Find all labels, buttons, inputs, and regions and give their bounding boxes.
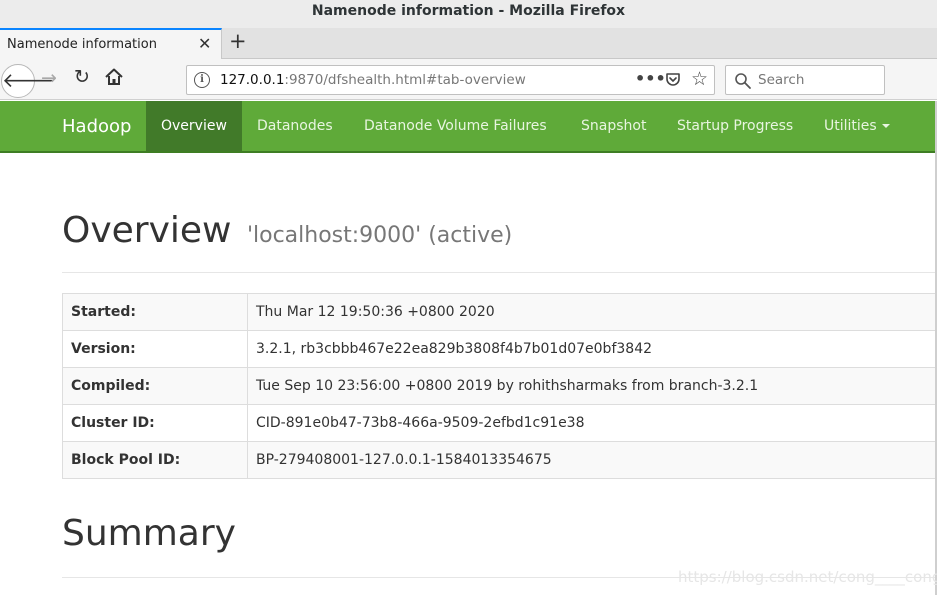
- table-row: Cluster ID: CID-891e0b47-73b8-466a-9509-…: [62, 404, 937, 442]
- window-titlebar: Namenode information - Mozilla Firefox: [0, 0, 937, 28]
- page-actions-icon[interactable]: •••: [635, 69, 666, 88]
- forward-arrow-icon[interactable]: →: [41, 67, 57, 89]
- row-key: Version:: [62, 330, 248, 368]
- nav-item-utilities[interactable]: Utilities: [809, 101, 905, 151]
- window-title: Namenode information - Mozilla Firefox: [311, 3, 626, 19]
- row-value: BP-279408001-127.0.0.1-1584013354675: [247, 441, 937, 479]
- tab-strip: Namenode information ✕ +: [0, 28, 937, 59]
- search-icon: [735, 73, 751, 89]
- summary-heading: Summary: [62, 513, 236, 554]
- search-input[interactable]: [758, 71, 878, 89]
- utilities-label: Utilities: [824, 118, 877, 134]
- row-key: Block Pool ID:: [62, 441, 248, 479]
- overview-subtitle: 'localhost:9000' (active): [246, 223, 513, 248]
- overview-title: Overview: [62, 210, 232, 251]
- watermark-text: https://blog.csdn.net/cong____cong: [678, 568, 937, 586]
- url-host: 127.0.0.1: [220, 72, 285, 88]
- back-arrow-icon[interactable]: 🡐: [1, 64, 56, 98]
- nav-item-snapshot[interactable]: Snapshot: [566, 101, 661, 151]
- hadoop-brand[interactable]: Hadoop: [62, 116, 131, 137]
- new-tab-icon[interactable]: +: [229, 29, 247, 53]
- url-path: :9870/dfshealth.html#tab-overview: [284, 72, 526, 88]
- tab-title: Namenode information: [7, 37, 157, 52]
- table-row: Version: 3.2.1, rb3cbbb467e22ea829b3808f…: [62, 330, 937, 368]
- row-value: Tue Sep 10 23:56:00 +0800 2019 by rohith…: [247, 367, 937, 405]
- url-bar[interactable]: i 127.0.0.1:9870/dfshealth.html#tab-over…: [186, 65, 715, 95]
- table-row: Compiled: Tue Sep 10 23:56:00 +0800 2019…: [62, 367, 937, 405]
- reload-icon[interactable]: ↻: [74, 66, 90, 88]
- row-value: 3.2.1, rb3cbbb467e22ea829b3808f4b7b01d07…: [247, 330, 937, 368]
- row-key: Cluster ID:: [62, 404, 248, 442]
- caret-down-icon: [881, 124, 890, 128]
- pocket-icon[interactable]: [665, 72, 681, 88]
- row-value: CID-891e0b47-73b8-466a-9509-2efbd1c91e38: [247, 404, 937, 442]
- nav-item-startup-progress[interactable]: Startup Progress: [662, 101, 808, 151]
- row-value: Thu Mar 12 19:50:36 +0800 2020: [247, 293, 937, 331]
- home-icon[interactable]: [104, 67, 124, 87]
- table-row: Started: Thu Mar 12 19:50:36 +0800 2020: [62, 293, 937, 331]
- divider: [62, 272, 937, 273]
- table-row: Block Pool ID: BP-279408001-127.0.0.1-15…: [62, 441, 937, 479]
- nav-item-datanodes[interactable]: Datanodes: [242, 101, 348, 151]
- browser-toolbar: 🡐 → ↻ i 127.0.0.1:9870/dfshealth.html#ta…: [0, 59, 937, 100]
- row-key: Compiled:: [62, 367, 248, 405]
- overview-table: Started: Thu Mar 12 19:50:36 +0800 2020 …: [62, 293, 937, 479]
- nav-item-overview[interactable]: Overview: [146, 101, 242, 151]
- hadoop-navbar: Hadoop Overview Datanodes Datanode Volum…: [0, 101, 937, 153]
- nav-item-datanode-volume-failures[interactable]: Datanode Volume Failures: [349, 101, 562, 151]
- site-info-icon[interactable]: i: [194, 72, 210, 88]
- close-tab-icon[interactable]: ✕: [198, 34, 211, 53]
- search-bar[interactable]: [725, 65, 885, 95]
- row-key: Started:: [62, 293, 248, 331]
- overview-heading: Overview 'localhost:9000' (active): [62, 210, 512, 251]
- bookmark-star-icon[interactable]: ☆: [691, 68, 708, 90]
- url-text[interactable]: 127.0.0.1:9870/dfshealth.html#tab-overvi…: [220, 72, 526, 88]
- browser-tab[interactable]: Namenode information ✕: [0, 28, 222, 59]
